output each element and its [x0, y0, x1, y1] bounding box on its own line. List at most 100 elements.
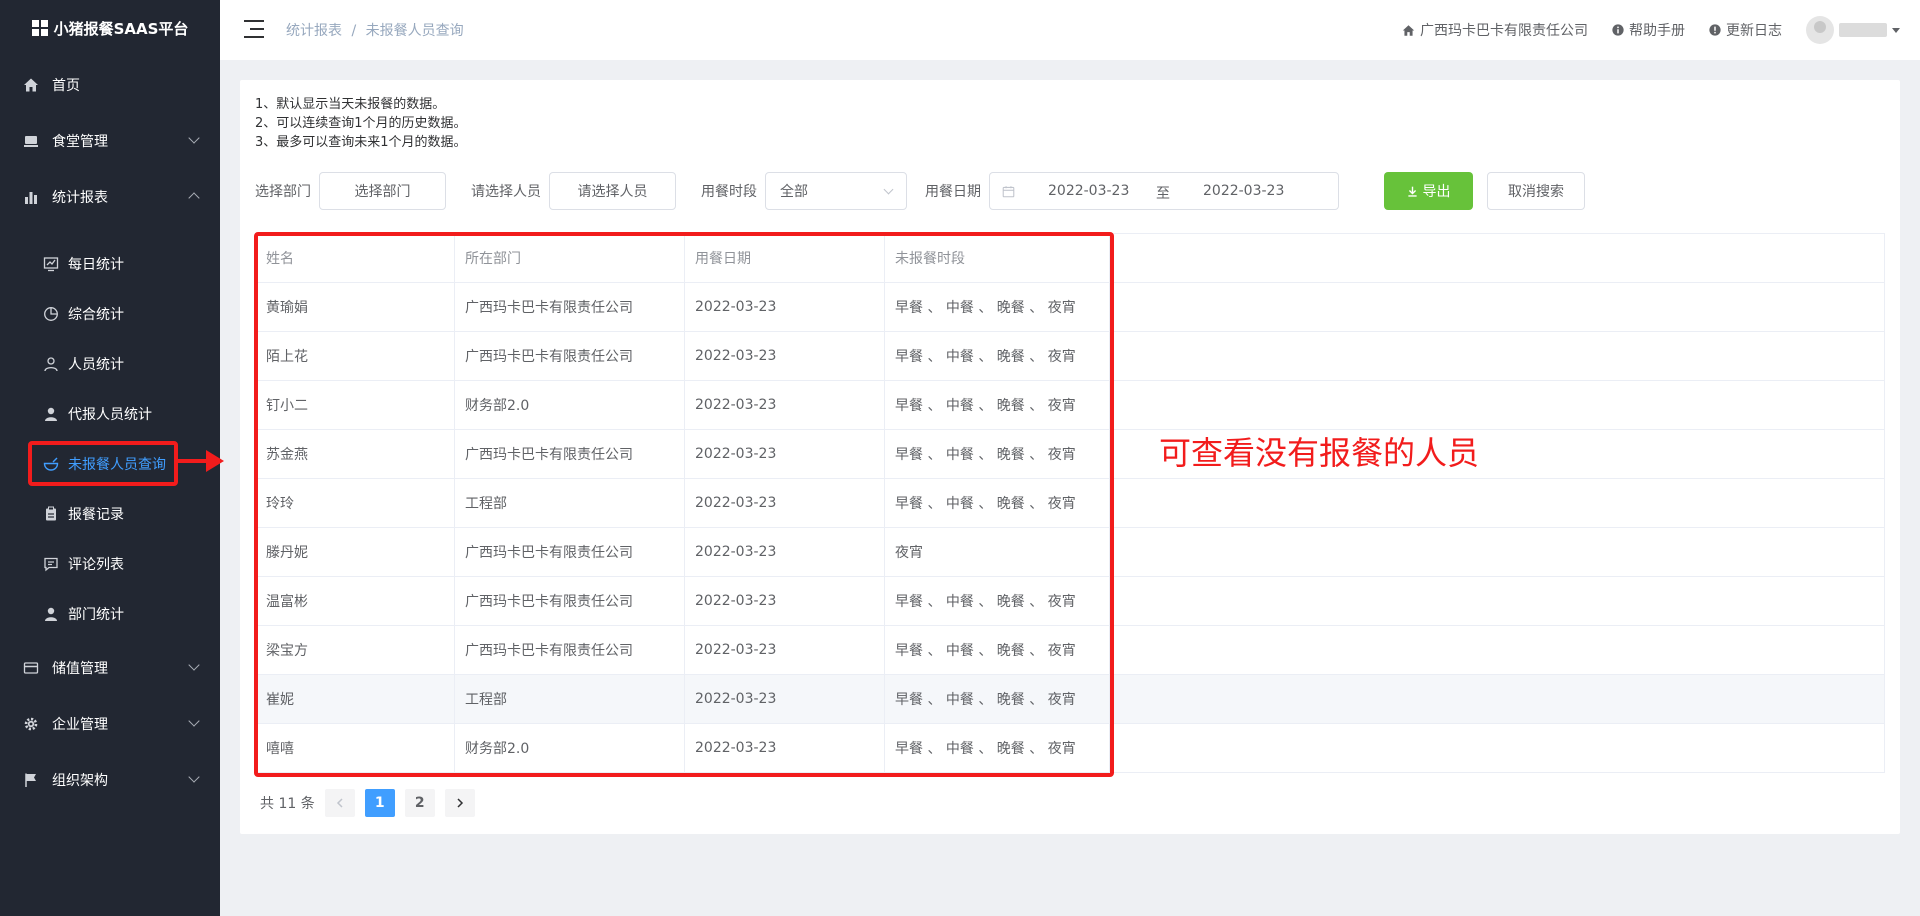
submenu-label: 人员统计 — [68, 357, 124, 373]
pie-icon — [42, 305, 60, 323]
dept-select[interactable]: 选择部门 — [319, 172, 446, 210]
app-logo[interactable]: 小猪报餐SAAS平台 — [0, 0, 220, 56]
cell-empty — [1110, 381, 1884, 429]
grid-logo-icon — [31, 20, 48, 36]
chevron-down-icon — [188, 132, 200, 144]
chevron-down-icon — [188, 715, 200, 727]
submenu-label: 代报人员统计 — [68, 407, 152, 423]
submenu-label: 部门统计 — [68, 607, 124, 623]
period-select[interactable]: 全部 — [765, 172, 907, 210]
username-redacted — [1839, 23, 1887, 37]
company-name: 广西玛卡巴卡有限责任公司 — [1420, 23, 1588, 39]
date-range-separator: 至 — [1156, 186, 1170, 202]
cancel-search-button[interactable]: 取消搜索 — [1487, 172, 1585, 210]
changelog-link[interactable]: 更新日志 — [1709, 20, 1782, 40]
prev-page-button[interactable] — [324, 789, 355, 817]
user-menu[interactable] — [1806, 16, 1900, 44]
info-icon — [1612, 24, 1624, 36]
submenu-label: 综合统计 — [68, 307, 124, 323]
page-button-1[interactable]: 1 — [364, 789, 395, 817]
filter-bar: 选择部门 选择部门 请选择人员 请选择人员 用餐时段 全部 用餐日期 2022-… — [255, 172, 1585, 210]
person-outline-icon — [42, 355, 60, 373]
chevron-down-icon — [188, 771, 200, 783]
menu-item-home[interactable]: 首页 — [0, 65, 220, 105]
breadcrumb-parent[interactable]: 统计报表 — [286, 23, 342, 39]
export-label: 导出 — [1422, 184, 1451, 200]
cell-empty — [1110, 479, 1884, 527]
menu-item-statistics[interactable]: 统计报表 — [0, 177, 220, 217]
daily-chart-icon — [42, 255, 60, 273]
person-icon — [42, 605, 60, 623]
cell-empty — [1110, 283, 1884, 331]
annotation-text: 可查看没有报餐的人员 — [1159, 434, 1480, 472]
flag-icon — [22, 771, 40, 789]
home-icon — [22, 76, 40, 94]
breadcrumb-separator: / — [351, 23, 357, 39]
canteen-icon — [22, 132, 40, 150]
cell-empty — [1110, 332, 1884, 380]
highlight-box-table — [254, 232, 1114, 777]
period-value: 全部 — [780, 184, 808, 200]
menu-item-stored-value[interactable]: 储值管理 — [0, 648, 220, 688]
tip-line: 1、默认显示当天未报餐的数据。 — [255, 97, 446, 112]
sidebar: 小猪报餐SAAS平台 首页 食堂管理 统计报表 每日统计 综合统计 人员统计 代… — [0, 0, 220, 916]
menu-item-canteen[interactable]: 食堂管理 — [0, 121, 220, 161]
hamburger-icon[interactable] — [244, 20, 264, 38]
submenu-item-proxy-stats[interactable]: 代报人员统计 — [0, 394, 220, 434]
page-button-2[interactable]: 2 — [404, 789, 435, 817]
cell-empty — [1110, 528, 1884, 576]
export-button[interactable]: 导出 — [1384, 172, 1473, 210]
cell-empty — [1110, 577, 1884, 625]
chevron-right-icon — [457, 798, 463, 808]
highlight-box-menu — [28, 441, 178, 486]
person-select[interactable]: 请选择人员 — [549, 172, 676, 210]
submenu-item-comments[interactable]: 评论列表 — [0, 544, 220, 584]
header-right: 广西玛卡巴卡有限责任公司 帮助手册 更新日志 — [1402, 0, 1900, 60]
changelog-label: 更新日志 — [1726, 23, 1782, 39]
calendar-icon — [1002, 186, 1015, 198]
period-label: 用餐时段 — [701, 184, 757, 200]
tip-line: 2、可以连续查询1个月的历史数据。 — [255, 116, 467, 131]
bar-chart-icon — [22, 188, 40, 206]
menu-item-enterprise[interactable]: 企业管理 — [0, 704, 220, 744]
annotation-arrow-head — [206, 450, 224, 472]
submenu-label: 每日统计 — [68, 257, 124, 273]
date-start[interactable]: 2022-03-23 — [1048, 183, 1129, 199]
submenu-item-dept-stats[interactable]: 部门统计 — [0, 594, 220, 634]
date-label: 用餐日期 — [925, 184, 981, 200]
menu-label: 统计报表 — [52, 190, 108, 206]
col-header-empty — [1110, 234, 1884, 282]
avatar — [1806, 16, 1834, 44]
alert-icon — [1709, 24, 1721, 36]
submenu-item-meal-records[interactable]: 报餐记录 — [0, 494, 220, 534]
home-icon — [1402, 24, 1415, 36]
menu-label: 组织架构 — [52, 773, 108, 789]
tips: 1、默认显示当天未报餐的数据。 2、可以连续查询1个月的历史数据。 3、最多可以… — [255, 95, 467, 152]
menu-label: 储值管理 — [52, 661, 108, 677]
submenu-item-overall-stats[interactable]: 综合统计 — [0, 294, 220, 334]
chevron-up-icon — [188, 192, 200, 204]
menu-item-org[interactable]: 组织架构 — [0, 760, 220, 800]
tip-line: 3、最多可以查询未来1个月的数据。 — [255, 135, 467, 150]
person-label: 请选择人员 — [471, 184, 541, 200]
cell-empty — [1110, 626, 1884, 674]
person-icon — [42, 405, 60, 423]
chevron-down-icon — [188, 659, 200, 671]
help-link[interactable]: 帮助手册 — [1612, 20, 1685, 40]
menu-label: 企业管理 — [52, 717, 108, 733]
app-title: 小猪报餐SAAS平台 — [53, 19, 189, 38]
submenu-item-person-stats[interactable]: 人员统计 — [0, 344, 220, 384]
pagination: 共 11 条 1 2 — [260, 789, 475, 817]
company-link[interactable]: 广西玛卡巴卡有限责任公司 — [1402, 20, 1588, 40]
date-end[interactable]: 2022-03-23 — [1203, 183, 1284, 199]
breadcrumb-current: 未报餐人员查询 — [365, 23, 464, 39]
date-range-picker[interactable]: 2022-03-23 至 2022-03-23 — [989, 172, 1339, 210]
submenu-label: 评论列表 — [68, 557, 124, 573]
breadcrumb: 统计报表 / 未报餐人员查询 — [286, 20, 464, 40]
cell-empty — [1110, 724, 1884, 772]
download-icon — [1407, 186, 1417, 197]
dept-label: 选择部门 — [255, 184, 311, 200]
caret-down-icon — [1892, 27, 1900, 33]
next-page-button[interactable] — [444, 789, 475, 817]
submenu-item-daily-stats[interactable]: 每日统计 — [0, 244, 220, 284]
